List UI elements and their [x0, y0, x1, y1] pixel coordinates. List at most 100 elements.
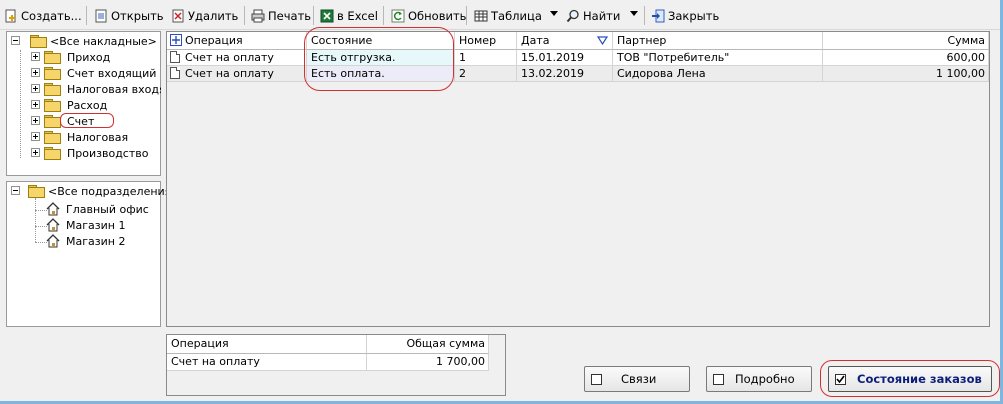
- close-label: Закрыть: [668, 8, 720, 23]
- column-header-partner[interactable]: Партнер: [613, 32, 823, 50]
- expand-icon[interactable]: [31, 84, 40, 93]
- folder-icon: [44, 67, 61, 80]
- summary-cell-operation: Счет на оплату: [167, 354, 367, 371]
- cell-text: 15.01.2019: [521, 51, 584, 64]
- find-dropdown-caret-icon[interactable]: [630, 11, 638, 16]
- tree-item-label: Главный офис: [66, 202, 149, 216]
- delete-label: Удалить: [188, 8, 239, 23]
- tree-item-label: Налоговая входящ: [67, 82, 161, 96]
- toolbar-separator: [86, 6, 87, 25]
- toolbar-separator: [383, 6, 384, 25]
- documents-grid: Операция Состояние Номер Дата Партнер Су…: [166, 31, 990, 327]
- column-header-label: Номер: [459, 34, 497, 47]
- column-header-date[interactable]: Дата: [517, 32, 613, 50]
- column-header-sum[interactable]: Сумма: [823, 32, 989, 50]
- refresh-button[interactable]: Обновить: [391, 6, 466, 25]
- expand-icon[interactable]: [31, 132, 40, 141]
- cell-date: 15.01.2019: [517, 50, 613, 66]
- tree-guide-line: [20, 50, 21, 158]
- cell-text: 1: [459, 51, 466, 64]
- expand-icon[interactable]: [31, 68, 40, 77]
- cell-text: 1 100,00: [936, 67, 985, 80]
- toolbar-separator: [466, 6, 467, 25]
- tree-root-all-invoices[interactable]: <Все накладные>: [11, 33, 161, 49]
- column-header-number[interactable]: Номер: [455, 32, 517, 50]
- links-button[interactable]: Связи: [584, 366, 690, 392]
- printer-icon: [251, 9, 265, 23]
- summary-header-total[interactable]: Общая сумма: [367, 335, 489, 354]
- table-icon: [474, 9, 488, 23]
- exit-icon: [651, 9, 665, 23]
- search-icon: [566, 9, 580, 23]
- column-header-label: Общая сумма: [406, 337, 485, 350]
- highlight-oval: [60, 113, 114, 128]
- links-label: Связи: [621, 372, 657, 386]
- refresh-label: Обновить: [408, 8, 467, 23]
- tree-item-income[interactable]: Приход: [31, 49, 161, 65]
- cell-text: Счет на оплату: [171, 355, 260, 368]
- table-dropdown-caret-icon[interactable]: [550, 11, 558, 16]
- grid-empty-area: [167, 82, 989, 326]
- toolbar-separator: [644, 6, 645, 25]
- cell-operation: Счет на оплату: [167, 66, 307, 82]
- summary-header-operation[interactable]: Операция: [167, 335, 367, 354]
- column-header-label: Операция: [185, 34, 243, 47]
- open-button[interactable]: Открыть: [94, 6, 164, 25]
- expand-icon[interactable]: [31, 116, 40, 125]
- cell-date: 13.02.2019: [517, 66, 613, 82]
- tree-item-label: Налоговая: [67, 130, 129, 144]
- cell-operation: Счет на оплату: [167, 50, 307, 66]
- cell-text: Сидорова Лена: [617, 67, 706, 80]
- find-button[interactable]: Найти: [566, 6, 620, 25]
- tree-item-main-office[interactable]: Главный офис: [45, 201, 161, 217]
- delete-button[interactable]: Удалить: [171, 6, 238, 25]
- expand-icon[interactable]: [31, 148, 40, 157]
- column-header-operation[interactable]: Операция: [167, 32, 307, 50]
- document-icon: [170, 67, 180, 79]
- tree-item-production[interactable]: Производство: [31, 145, 161, 161]
- tree-item-expense[interactable]: Расход: [31, 97, 161, 113]
- excel-icon: [320, 9, 334, 23]
- sort-descending-icon[interactable]: [596, 34, 609, 51]
- folder-icon: [44, 131, 61, 144]
- expand-icon[interactable]: [31, 100, 40, 109]
- documents-tree: <Все накладные> Приход Счет входящий Нал…: [6, 31, 161, 176]
- folder-icon: [44, 99, 61, 112]
- column-header-label: Операция: [171, 337, 229, 350]
- details-button[interactable]: Подробно: [706, 366, 812, 392]
- document-icon: [170, 51, 180, 63]
- expand-icon[interactable]: [31, 52, 40, 61]
- tree-item-label: Магазин 1: [66, 218, 126, 232]
- create-button[interactable]: Создать...: [4, 6, 82, 25]
- tree-item-tax-incoming[interactable]: Налоговая входящ: [31, 81, 161, 97]
- cell-partner: ТОВ "Потребитель": [613, 50, 823, 66]
- details-checkbox[interactable]: [713, 374, 724, 385]
- toolbar-separator: [244, 6, 245, 25]
- tree-item-store-1[interactable]: Магазин 1: [45, 217, 161, 233]
- tree-root-all-departments[interactable]: <Все подразделения>: [11, 183, 181, 199]
- tree-item-incoming-invoice[interactable]: Счет входящий: [31, 65, 161, 81]
- cell-number: 2: [455, 66, 517, 82]
- excel-button[interactable]: в Excel: [320, 6, 378, 25]
- toolbar: Создать... Открыть Удалить Печать в Exce…: [0, 0, 1000, 30]
- tree-item-store-2[interactable]: Магазин 2: [45, 233, 161, 249]
- collapse-icon[interactable]: [11, 36, 20, 45]
- tree-root-label: <Все накладные>: [50, 34, 157, 48]
- open-label: Открыть: [111, 8, 164, 23]
- close-button[interactable]: Закрыть: [651, 6, 719, 25]
- table-button[interactable]: Таблица: [474, 6, 542, 25]
- summary-table: Операция Общая сумма Счет на оплату 1 70…: [167, 335, 489, 371]
- links-checkbox[interactable]: [591, 374, 602, 385]
- collapse-icon[interactable]: [11, 186, 20, 195]
- tree-item-tax[interactable]: Налоговая: [31, 129, 161, 145]
- cell-sum: 1 100,00: [823, 66, 989, 82]
- toolbar-separator: [313, 6, 314, 25]
- cell-text: ТОВ "Потребитель": [617, 51, 730, 64]
- cell-number: 1: [455, 50, 517, 66]
- cell-text: 13.02.2019: [521, 67, 584, 80]
- add-icon[interactable]: [170, 34, 182, 46]
- cell-partner: Сидорова Лена: [613, 66, 823, 82]
- print-button[interactable]: Печать: [251, 6, 311, 25]
- open-document-icon: [94, 9, 108, 23]
- cell-sum: 600,00: [823, 50, 989, 66]
